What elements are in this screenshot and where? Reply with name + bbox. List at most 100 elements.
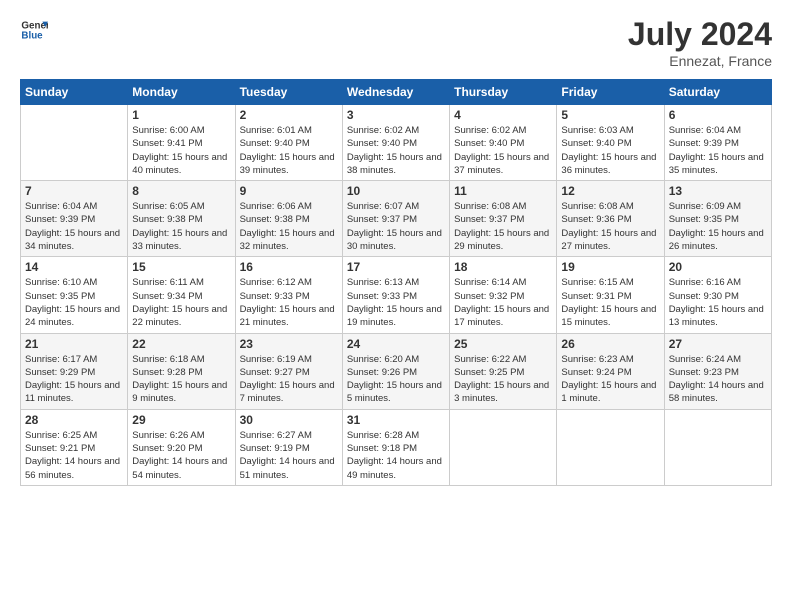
table-row: 24 Sunrise: 6:20 AMSunset: 9:26 PMDayligh… [342,333,449,409]
day-number: 31 [347,413,445,427]
day-info: Sunrise: 6:25 AMSunset: 9:21 PMDaylight:… [25,429,123,482]
day-info: Sunrise: 6:02 AMSunset: 9:40 PMDaylight:… [347,124,445,177]
header-sunday: Sunday [21,80,128,105]
table-row: 21 Sunrise: 6:17 AMSunset: 9:29 PMDayligh… [21,333,128,409]
day-info: Sunrise: 6:10 AMSunset: 9:35 PMDaylight:… [25,276,123,329]
calendar-week-row: 28 Sunrise: 6:25 AMSunset: 9:21 PMDayligh… [21,409,772,485]
table-row: 26Sunrise: 6:23 AMSunset: 9:24 PMDayligh… [557,333,664,409]
day-info: Sunrise: 6:19 AMSunset: 9:27 PMDaylight:… [240,353,338,406]
day-number: 18 [454,260,552,274]
day-info: Sunrise: 6:11 AMSunset: 9:34 PMDaylight:… [132,276,230,329]
day-info: Sunrise: 6:12 AMSunset: 9:33 PMDaylight:… [240,276,338,329]
day-number: 22 [132,337,230,351]
title-block: July 2024 Ennezat, France [628,16,772,69]
day-info: Sunrise: 6:08 AMSunset: 9:37 PMDaylight:… [454,200,552,253]
svg-text:Blue: Blue [21,30,43,41]
day-info: Sunrise: 6:18 AMSunset: 9:28 PMDaylight:… [132,353,230,406]
day-info: Sunrise: 6:26 AMSunset: 9:20 PMDaylight:… [132,429,230,482]
day-info: Sunrise: 6:17 AMSunset: 9:29 PMDaylight:… [25,353,123,406]
header-friday: Friday [557,80,664,105]
table-row: 11 Sunrise: 6:08 AMSunset: 9:37 PMDayligh… [450,181,557,257]
day-number: 15 [132,260,230,274]
day-info: Sunrise: 6:04 AMSunset: 9:39 PMDaylight:… [669,124,767,177]
day-info: Sunrise: 6:27 AMSunset: 9:19 PMDaylight:… [240,429,338,482]
table-row: 8Sunrise: 6:05 AMSunset: 9:38 PMDaylight… [128,181,235,257]
table-row: 31 Sunrise: 6:28 AMSunset: 9:18 PMDayligh… [342,409,449,485]
table-row: 5Sunrise: 6:03 AMSunset: 9:40 PMDaylight… [557,105,664,181]
table-row: 13 Sunrise: 6:09 AMSunset: 9:35 PMDayligh… [664,181,771,257]
header-wednesday: Wednesday [342,80,449,105]
day-number: 19 [561,260,659,274]
day-info: Sunrise: 6:14 AMSunset: 9:32 PMDaylight:… [454,276,552,329]
table-row [21,105,128,181]
day-info: Sunrise: 6:24 AMSunset: 9:23 PMDaylight:… [669,353,767,406]
logo: General Blue [20,16,48,44]
day-info: Sunrise: 6:15 AMSunset: 9:31 PMDaylight:… [561,276,659,329]
table-row: 2 Sunrise: 6:01 AMSunset: 9:40 PMDaylight… [235,105,342,181]
day-number: 2 [240,108,338,122]
table-row: 29 Sunrise: 6:26 AMSunset: 9:20 PMDayligh… [128,409,235,485]
calendar-week-row: 14Sunrise: 6:10 AMSunset: 9:35 PMDayligh… [21,257,772,333]
calendar-week-row: 21 Sunrise: 6:17 AMSunset: 9:29 PMDayligh… [21,333,772,409]
table-row: 6 Sunrise: 6:04 AMSunset: 9:39 PMDaylight… [664,105,771,181]
day-number: 4 [454,108,552,122]
table-row: 4 Sunrise: 6:02 AMSunset: 9:40 PMDaylight… [450,105,557,181]
day-info: Sunrise: 6:04 AMSunset: 9:39 PMDaylight:… [25,200,123,253]
table-row: 15 Sunrise: 6:11 AMSunset: 9:34 PMDayligh… [128,257,235,333]
day-number: 17 [347,260,445,274]
day-number: 1 [132,108,230,122]
day-info: Sunrise: 6:06 AMSunset: 9:38 PMDaylight:… [240,200,338,253]
day-number: 25 [454,337,552,351]
table-row: 22 Sunrise: 6:18 AMSunset: 9:28 PMDayligh… [128,333,235,409]
day-number: 9 [240,184,338,198]
header-tuesday: Tuesday [235,80,342,105]
day-info: Sunrise: 6:22 AMSunset: 9:25 PMDaylight:… [454,353,552,406]
day-number: 21 [25,337,123,351]
table-row [664,409,771,485]
day-info: Sunrise: 6:28 AMSunset: 9:18 PMDaylight:… [347,429,445,482]
day-info: Sunrise: 6:02 AMSunset: 9:40 PMDaylight:… [454,124,552,177]
day-info: Sunrise: 6:05 AMSunset: 9:38 PMDaylight:… [132,200,230,253]
header-saturday: Saturday [664,80,771,105]
header: General Blue July 2024 Ennezat, France [20,16,772,69]
day-info: Sunrise: 6:01 AMSunset: 9:40 PMDaylight:… [240,124,338,177]
day-number: 10 [347,184,445,198]
table-row: 3 Sunrise: 6:02 AMSunset: 9:40 PMDaylight… [342,105,449,181]
day-number: 12 [561,184,659,198]
day-number: 11 [454,184,552,198]
table-row: 16 Sunrise: 6:12 AMSunset: 9:33 PMDayligh… [235,257,342,333]
calendar-page: General Blue July 2024 Ennezat, France S… [0,0,792,612]
table-row: 28 Sunrise: 6:25 AMSunset: 9:21 PMDayligh… [21,409,128,485]
day-number: 16 [240,260,338,274]
table-row [557,409,664,485]
table-row: 30 Sunrise: 6:27 AMSunset: 9:19 PMDayligh… [235,409,342,485]
day-number: 26 [561,337,659,351]
table-row: 18 Sunrise: 6:14 AMSunset: 9:32 PMDayligh… [450,257,557,333]
table-row: 1 Sunrise: 6:00 AMSunset: 9:41 PMDaylight… [128,105,235,181]
header-thursday: Thursday [450,80,557,105]
table-row: 17 Sunrise: 6:13 AMSunset: 9:33 PMDayligh… [342,257,449,333]
calendar-week-row: 1 Sunrise: 6:00 AMSunset: 9:41 PMDaylight… [21,105,772,181]
day-number: 30 [240,413,338,427]
day-number: 23 [240,337,338,351]
day-info: Sunrise: 6:09 AMSunset: 9:35 PMDaylight:… [669,200,767,253]
month-year: July 2024 [628,16,772,53]
table-row: 23 Sunrise: 6:19 AMSunset: 9:27 PMDayligh… [235,333,342,409]
day-info: Sunrise: 6:03 AMSunset: 9:40 PMDaylight:… [561,124,659,177]
day-number: 24 [347,337,445,351]
day-number: 29 [132,413,230,427]
day-number: 7 [25,184,123,198]
day-number: 27 [669,337,767,351]
day-number: 13 [669,184,767,198]
day-number: 6 [669,108,767,122]
table-row: 12Sunrise: 6:08 AMSunset: 9:36 PMDayligh… [557,181,664,257]
table-row: 27 Sunrise: 6:24 AMSunset: 9:23 PMDayligh… [664,333,771,409]
day-number: 20 [669,260,767,274]
day-info: Sunrise: 6:13 AMSunset: 9:33 PMDaylight:… [347,276,445,329]
day-info: Sunrise: 6:00 AMSunset: 9:41 PMDaylight:… [132,124,230,177]
day-number: 3 [347,108,445,122]
header-monday: Monday [128,80,235,105]
weekday-header-row: Sunday Monday Tuesday Wednesday Thursday… [21,80,772,105]
day-info: Sunrise: 6:20 AMSunset: 9:26 PMDaylight:… [347,353,445,406]
day-number: 28 [25,413,123,427]
